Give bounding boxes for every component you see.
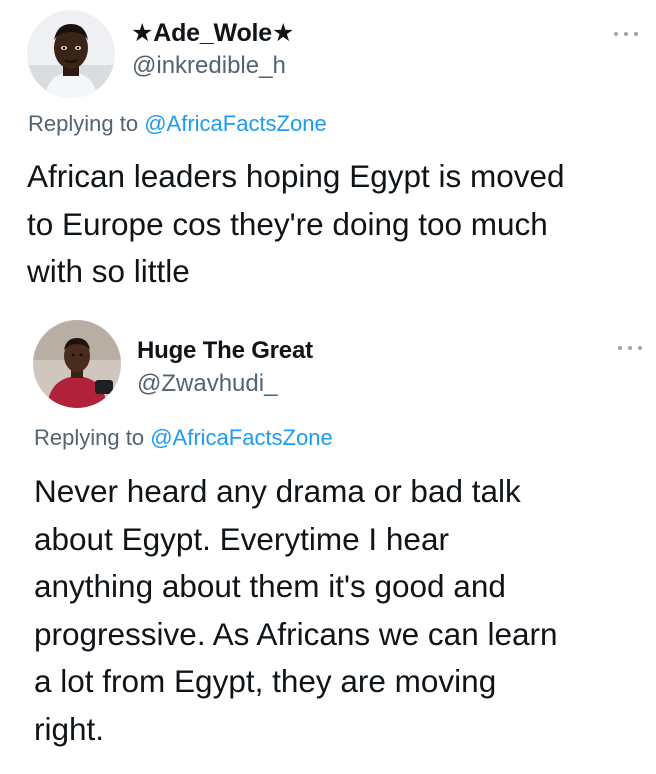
- replying-to: Replying to @AfricaFactsZone: [28, 111, 327, 137]
- avatar[interactable]: [33, 320, 121, 408]
- tweet-text: African leaders hoping Egypt is moved to…: [27, 158, 565, 289]
- replying-to-label: Replying to: [28, 111, 139, 136]
- more-options-icon[interactable]: [614, 28, 638, 40]
- user-handle[interactable]: @inkredible_h: [132, 52, 286, 80]
- avatar-photo: [27, 10, 115, 98]
- replying-to: Replying to @AfricaFactsZone: [34, 425, 333, 451]
- avatar-photo: [33, 320, 121, 408]
- user-handle[interactable]: @Zwavhudi_: [137, 370, 277, 398]
- tweet-text: Never heard any drama or bad talk about …: [34, 473, 558, 747]
- more-options-icon[interactable]: [618, 342, 642, 354]
- avatar[interactable]: [27, 10, 115, 98]
- tweet-reply[interactable]: Huge The Great @Zwavhudi_ Replying to @A…: [0, 318, 656, 774]
- tweet-reply[interactable]: ★Ade_Wole★ @inkredible_h Replying to @Af…: [0, 0, 656, 312]
- display-name[interactable]: ★Ade_Wole★: [131, 18, 294, 48]
- replying-to-link[interactable]: @AfricaFactsZone: [144, 111, 327, 136]
- replying-to-label: Replying to: [34, 425, 145, 450]
- replying-to-link[interactable]: @AfricaFactsZone: [150, 425, 333, 450]
- display-name[interactable]: Huge The Great: [137, 337, 313, 365]
